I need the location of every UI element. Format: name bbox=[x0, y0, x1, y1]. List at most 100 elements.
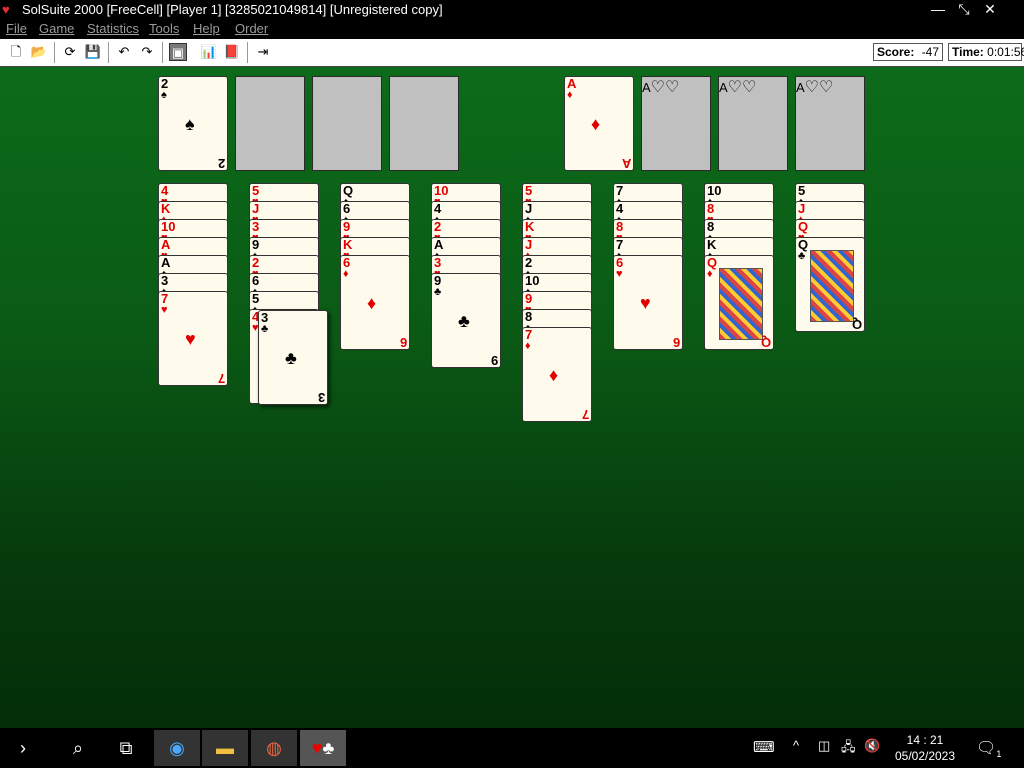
tableau-card[interactable]: 7 ♥ ♥ 7 bbox=[158, 291, 228, 386]
time-display: Time: 0:01:56 bbox=[948, 43, 1024, 61]
taskbar: › ⌕ ⧉ ◉ ▬ ◍ ♥♣ ⌨ ^ ◫ 🖧 🔇 14 : 21 05/02/2… bbox=[0, 728, 1024, 768]
file-explorer-icon[interactable]: ▬ bbox=[202, 730, 248, 766]
foundation-placeholder-icon: ♡♡ bbox=[804, 79, 834, 96]
notification-icon[interactable]: 🗨1 bbox=[976, 738, 1001, 759]
menu-statistics[interactable]: Statistics bbox=[87, 21, 139, 36]
card-rank-bottom: 3 bbox=[317, 390, 325, 405]
new-game-icon[interactable]: 🗋 bbox=[7, 43, 25, 61]
card-pip: ♠ bbox=[185, 114, 195, 134]
card-suit-icon: ♥ bbox=[616, 268, 623, 280]
card-pip: ♣ bbox=[458, 311, 470, 331]
foundation-card[interactable]: A ♦ ♦ A bbox=[564, 76, 634, 171]
save-icon[interactable]: 💾 bbox=[84, 43, 102, 61]
minimize-button[interactable]: — bbox=[925, 0, 951, 19]
card-suit-icon: ♠ bbox=[161, 89, 167, 101]
menu-game[interactable]: Game bbox=[39, 21, 74, 36]
solsuite-taskbar-icon[interactable]: ♥♣ bbox=[300, 730, 346, 766]
card-rank-bottom: 6 bbox=[672, 335, 680, 350]
card-suit-icon: ♦ bbox=[343, 268, 349, 280]
card-suit-icon: ♦ bbox=[525, 340, 531, 352]
foundation-slot[interactable]: A♡♡ bbox=[641, 76, 711, 171]
toolbar-separator bbox=[108, 42, 109, 63]
chevron-up-icon[interactable]: ^ bbox=[793, 738, 799, 753]
toolbar: 🗋 📂 ⟳ 💾 ↶ ↷ ▣ 📊 📕 ⇥ Score: -47 Time: 0:0… bbox=[0, 39, 1024, 67]
card-suit-icon: ♣ bbox=[434, 286, 442, 298]
browser-icon[interactable]: ◉ bbox=[154, 730, 200, 766]
score-label: Score: bbox=[877, 45, 915, 59]
foundation-placeholder-rank: A bbox=[796, 80, 805, 95]
card-rank-bottom: Q bbox=[760, 335, 771, 350]
menu-help[interactable]: Help bbox=[193, 21, 220, 36]
keyboard-icon[interactable]: ⌨ bbox=[753, 738, 775, 756]
title-bar: ♥ SolSuite 2000 [FreeCell] [Player 1] [3… bbox=[0, 0, 1024, 19]
card-rank-bottom: 9 bbox=[490, 353, 498, 368]
time-value: 0:01:56 bbox=[987, 45, 1024, 59]
game-board: 2♠♠2A♦♦AA♡♡A♡♡A♡♡4♥K♦10♥A♥A♠3♠7♥♥75♥J♥3♥… bbox=[0, 67, 1024, 728]
exit-icon[interactable]: ⇥ bbox=[254, 43, 272, 61]
card-view-icon[interactable]: ▣ bbox=[169, 43, 187, 61]
close-button[interactable]: ✕ bbox=[977, 0, 1003, 19]
card-pip: ♣ bbox=[285, 348, 297, 368]
foundation-slot[interactable]: A♡♡ bbox=[795, 76, 865, 171]
network-icon[interactable]: 🖧 bbox=[841, 738, 856, 760]
foundation-placeholder-icon: ♡♡ bbox=[650, 79, 680, 96]
task-view-icon[interactable]: ⧉ bbox=[103, 730, 149, 766]
toolbar-separator bbox=[247, 42, 248, 63]
system-clock[interactable]: 14 : 21 05/02/2023 bbox=[888, 732, 962, 764]
rules-book-icon[interactable]: 📕 bbox=[223, 43, 241, 61]
card-suit-icon: ♦ bbox=[567, 89, 573, 101]
card-rank-bottom: 7 bbox=[217, 371, 225, 386]
foundation-placeholder-icon: ♡♡ bbox=[727, 79, 757, 96]
notification-count: 1 bbox=[996, 749, 1002, 760]
card-suit-icon: ♣ bbox=[798, 250, 806, 262]
dragged-card[interactable]: 3 ♣ ♣ 3 bbox=[258, 310, 328, 405]
time-label: Time: bbox=[952, 45, 984, 59]
search-icon[interactable]: ⌕ bbox=[55, 730, 101, 766]
device-icon[interactable]: ◫ bbox=[818, 738, 830, 754]
open-icon[interactable]: 📂 bbox=[30, 43, 48, 61]
tableau-card[interactable]: Q ♣ Q bbox=[795, 237, 865, 332]
card-suit-icon: ♦ bbox=[707, 268, 713, 280]
foundation-placeholder-rank: A bbox=[719, 80, 728, 95]
window-title: SolSuite 2000 [FreeCell] [Player 1] [328… bbox=[22, 2, 443, 17]
volume-muted-icon[interactable]: 🔇 bbox=[864, 738, 880, 754]
card-rank-bottom: A bbox=[621, 156, 631, 171]
free-cell-slot[interactable] bbox=[235, 76, 305, 171]
clock-date: 05/02/2023 bbox=[894, 749, 956, 763]
face-card-art bbox=[719, 268, 763, 340]
redo-icon[interactable]: ↷ bbox=[138, 43, 156, 61]
card-suit-icon: ♥ bbox=[161, 304, 168, 316]
card-rank-bottom: 2 bbox=[217, 156, 225, 171]
clock-time: 14 : 21 bbox=[906, 733, 944, 747]
score-value: -47 bbox=[921, 45, 939, 59]
tableau-card[interactable]: 6 ♦ ♦ 6 bbox=[340, 255, 410, 350]
chrome-icon[interactable]: ◍ bbox=[251, 730, 297, 766]
tableau-card[interactable]: 7 ♦ ♦ 7 bbox=[522, 327, 592, 422]
menu-bar: File Game Statistics Tools Help Order bbox=[0, 19, 1024, 39]
score-display: Score: -47 bbox=[873, 43, 943, 61]
restore-button[interactable]: ⤡ bbox=[951, 0, 977, 19]
free-cell-slot[interactable] bbox=[389, 76, 459, 171]
chevron-right-icon[interactable]: › bbox=[0, 730, 46, 766]
foundation-slot[interactable]: A♡♡ bbox=[718, 76, 788, 171]
freecell-card[interactable]: 2 ♠ ♠ 2 bbox=[158, 76, 228, 171]
card-pip: ♥ bbox=[640, 293, 651, 313]
restart-icon[interactable]: ⟳ bbox=[61, 43, 79, 61]
card-pip: ♥ bbox=[185, 329, 196, 349]
card-pip: ♦ bbox=[549, 365, 559, 385]
tableau-card[interactable]: 9 ♣ ♣ 9 bbox=[431, 273, 501, 368]
menu-file[interactable]: File bbox=[6, 21, 27, 36]
foundation-placeholder-rank: A bbox=[642, 80, 651, 95]
tableau-card[interactable]: 6 ♥ ♥ 6 bbox=[613, 255, 683, 350]
card-rank-bottom: 7 bbox=[581, 407, 589, 422]
statistics-icon[interactable]: 📊 bbox=[200, 43, 218, 61]
free-cell-slot[interactable] bbox=[312, 76, 382, 171]
card-pip: ♦ bbox=[367, 293, 377, 313]
menu-tools[interactable]: Tools bbox=[149, 21, 179, 36]
menu-order[interactable]: Order bbox=[235, 21, 268, 36]
undo-icon[interactable]: ↶ bbox=[115, 43, 133, 61]
tableau-card[interactable]: Q ♦ Q bbox=[704, 255, 774, 350]
card-pip: ♦ bbox=[591, 114, 601, 134]
card-rank-bottom: Q bbox=[851, 317, 862, 332]
solsuite-app-icon: ♥ bbox=[2, 2, 10, 17]
